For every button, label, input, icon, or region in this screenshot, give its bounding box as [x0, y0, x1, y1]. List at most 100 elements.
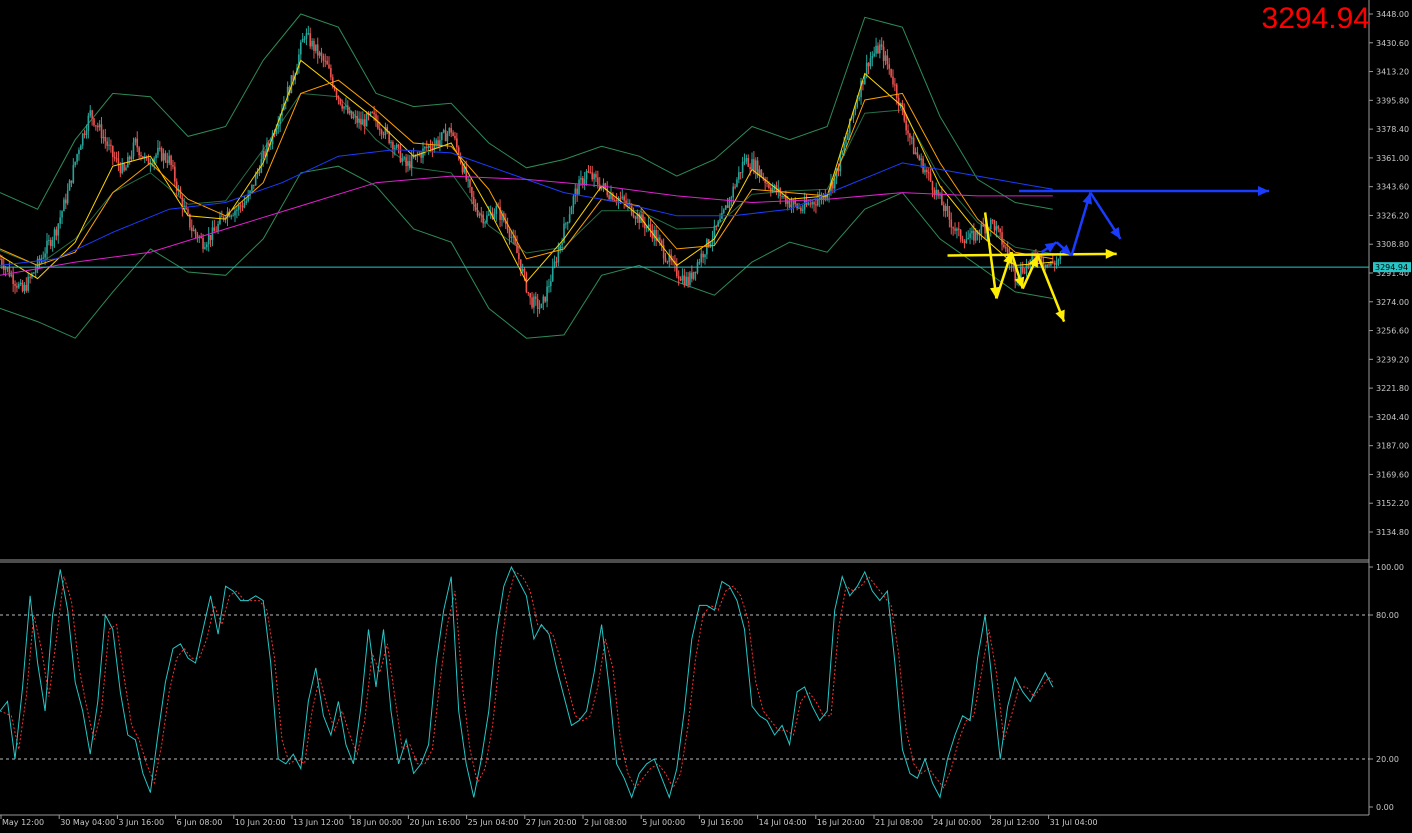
candle-body — [841, 151, 844, 154]
candle-body — [138, 147, 140, 156]
candle-body — [63, 199, 65, 212]
candle-body — [647, 224, 650, 227]
candle-body — [792, 201, 795, 205]
candle-body — [136, 138, 139, 148]
candle-body — [55, 229, 58, 236]
candle-body — [570, 207, 573, 215]
candle-body — [194, 229, 197, 234]
candle-body — [108, 144, 110, 146]
candle-body — [65, 199, 67, 204]
candle-body — [237, 205, 240, 210]
candle-body — [989, 219, 992, 230]
candle-body — [815, 204, 817, 206]
candle-body — [794, 201, 797, 204]
candle-body — [959, 229, 962, 240]
candle-body — [623, 196, 625, 201]
candle-body — [1042, 263, 1045, 265]
candle-body — [96, 125, 99, 128]
candle-body — [339, 98, 342, 105]
bollinger-bands — [0, 0, 1412, 829]
chart-background — [0, 0, 1412, 829]
candle-body — [914, 152, 917, 155]
candle-body — [920, 158, 922, 161]
candle-body — [452, 132, 454, 136]
current-price-tag-label: 3294.94 — [1375, 263, 1408, 272]
candle-body — [380, 130, 383, 135]
candle-body — [578, 179, 580, 195]
candle-body — [174, 166, 176, 182]
candle-body — [927, 172, 930, 174]
candle-body — [23, 284, 26, 292]
price-tick-label: 3134.80 — [1376, 528, 1409, 537]
price-tick-label: 3239.20 — [1376, 355, 1409, 364]
candle-body — [341, 104, 343, 109]
time-tick-label: 25 Jun 04:00 — [468, 818, 519, 827]
candle-body — [583, 179, 586, 185]
candle-body — [348, 111, 351, 114]
candle-body — [121, 163, 123, 174]
candle-body — [884, 55, 887, 61]
candle-body — [34, 269, 37, 273]
candle-body — [53, 229, 56, 240]
candle-body — [410, 155, 413, 169]
candle-body — [555, 261, 558, 263]
candle-body — [813, 202, 815, 205]
candle-body — [958, 228, 960, 230]
candle-body — [78, 149, 80, 155]
candle-body — [999, 228, 1001, 233]
price-tick-label: 3274.00 — [1376, 298, 1409, 307]
candle-body — [467, 179, 469, 181]
candle-body — [356, 116, 358, 123]
candle-body — [886, 55, 889, 65]
candle-body — [510, 237, 513, 239]
stochastic-tick-label: 0.00 — [1376, 803, 1394, 812]
candle-body — [809, 203, 812, 205]
candle-body — [535, 296, 537, 299]
candle-body — [944, 206, 947, 212]
candle-body — [969, 233, 971, 238]
candle-body — [10, 274, 13, 277]
candle-body — [704, 254, 706, 258]
candle-body — [905, 120, 907, 131]
candle-body — [157, 147, 159, 155]
candle-body — [221, 216, 223, 218]
candle-body — [593, 173, 595, 180]
candle-body — [318, 52, 321, 56]
candle-body — [429, 145, 432, 148]
candle-body — [753, 159, 755, 172]
candle-body — [480, 214, 483, 216]
candle-body — [512, 236, 515, 238]
candle-body — [550, 281, 552, 287]
candle-body — [597, 177, 599, 185]
candle-body — [14, 284, 16, 286]
candle-body — [922, 158, 924, 173]
candle-body — [166, 160, 169, 163]
candle-body — [48, 240, 50, 242]
candle-body — [301, 38, 304, 43]
candle-body — [44, 253, 46, 258]
candle-body — [309, 33, 311, 47]
time-tick-label: 20 Jun 16:00 — [409, 818, 460, 827]
candle-body — [798, 207, 800, 209]
candle-body — [869, 58, 872, 67]
candle-body — [219, 216, 221, 224]
candle-body — [745, 158, 748, 162]
candle-body — [29, 276, 31, 278]
candle-body — [595, 173, 597, 178]
trading-chart[interactable]: 3448.00 3430.60 3413.20 3395.80 3378.40 3361.… — [0, 0, 1412, 829]
candle-body — [123, 163, 125, 171]
candle-body — [403, 157, 405, 159]
price-tick-label: 3430.60 — [1376, 39, 1409, 48]
candle-body — [948, 210, 951, 220]
candle-body — [130, 156, 133, 160]
chart-canvas[interactable]: 3448.00 3430.60 3413.20 3395.80 3378.40 3361.… — [0, 0, 1412, 829]
candle-body — [217, 223, 219, 232]
candle-body — [160, 148, 163, 161]
candle-body — [551, 266, 554, 282]
candle-body — [164, 153, 167, 161]
candle-body — [719, 218, 721, 222]
candle-body — [51, 239, 54, 247]
candle-body — [486, 215, 488, 223]
candle-body — [350, 111, 353, 118]
candle-body — [441, 132, 443, 141]
